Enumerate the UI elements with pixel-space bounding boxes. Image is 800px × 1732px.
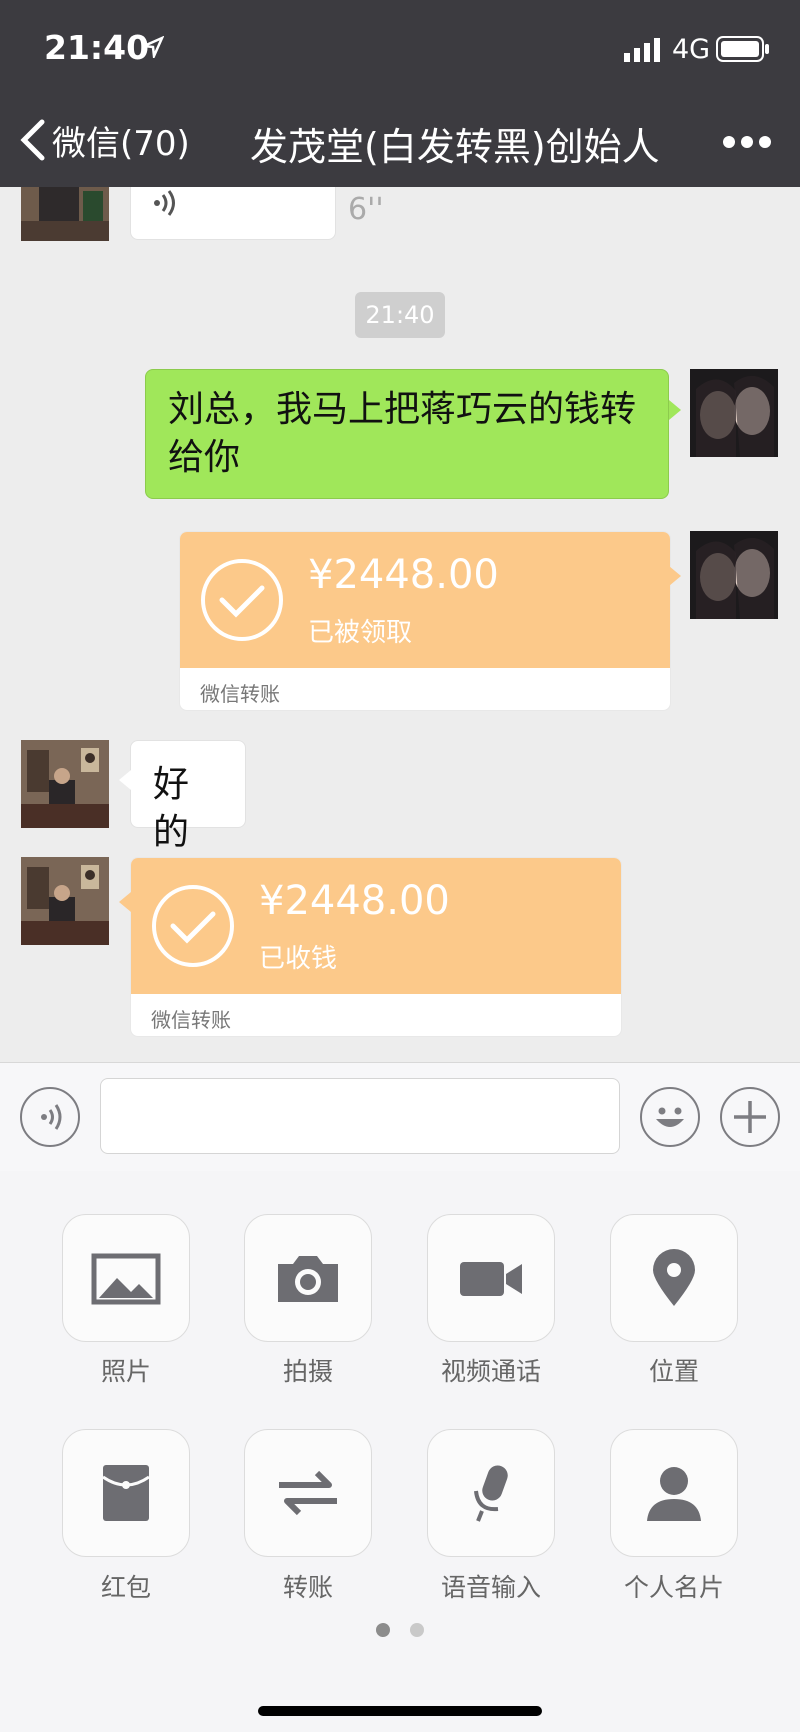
red-packet-icon bbox=[102, 1465, 150, 1521]
video-call-icon bbox=[460, 1262, 522, 1296]
voice-duration: 6'' bbox=[348, 192, 384, 227]
outgoing-message-bubble[interactable]: 刘总，我马上把蒋巧云的钱转给你 bbox=[145, 369, 669, 499]
more-functions-button[interactable] bbox=[720, 1087, 780, 1147]
page-dot[interactable] bbox=[410, 1623, 424, 1637]
signal-icon bbox=[624, 38, 660, 62]
transfer-status: 已被领取 bbox=[308, 618, 413, 648]
avatar[interactable] bbox=[21, 187, 109, 241]
plus-icon bbox=[734, 1101, 766, 1133]
avatar[interactable] bbox=[690, 531, 778, 619]
voice-wave-icon bbox=[154, 190, 175, 216]
voice-input-button[interactable] bbox=[427, 1429, 555, 1557]
location-label: 位置 bbox=[648, 1357, 699, 1386]
red-packet-button[interactable] bbox=[62, 1429, 190, 1557]
bubble-tail bbox=[669, 400, 681, 420]
contact-card-label: 个人名片 bbox=[623, 1573, 724, 1602]
avatar[interactable] bbox=[21, 857, 109, 945]
microphone-icon bbox=[474, 1465, 508, 1522]
chevron-left-icon bbox=[20, 119, 45, 161]
photo-label: 照片 bbox=[100, 1357, 151, 1386]
transfer-amount: ¥2448.00 bbox=[259, 878, 450, 924]
incoming-message-bubble[interactable]: 好的 bbox=[130, 740, 246, 853]
camera-label: 拍摄 bbox=[282, 1357, 333, 1386]
video-call-label: 视频通话 bbox=[440, 1357, 541, 1386]
message-text: 刘总，我马上把蒋巧云的钱转给你 bbox=[168, 389, 637, 478]
battery-icon bbox=[716, 36, 769, 62]
chat-title: 发茂堂(白发转黑)创始人 bbox=[250, 125, 660, 169]
transfer-amount: ¥2448.00 bbox=[308, 552, 499, 598]
page-dot-active[interactable] bbox=[376, 1623, 390, 1637]
video-call-button[interactable] bbox=[427, 1214, 555, 1342]
camera-button[interactable] bbox=[244, 1214, 372, 1342]
red-packet-label: 红包 bbox=[100, 1573, 151, 1602]
contact-card-button[interactable] bbox=[610, 1429, 738, 1557]
avatar[interactable] bbox=[21, 740, 109, 828]
message-input[interactable] bbox=[100, 1078, 620, 1154]
voice-toggle-button[interactable] bbox=[20, 1087, 80, 1147]
transfer-card-outgoing[interactable]: ¥2448.00 已被领取 微信转账 bbox=[179, 531, 671, 711]
location-arrow-icon bbox=[142, 36, 164, 58]
transfer-button[interactable] bbox=[244, 1429, 372, 1557]
contact-card-icon bbox=[647, 1467, 701, 1521]
message-text: 好的 bbox=[153, 764, 190, 853]
back-label: 微信(70) bbox=[52, 123, 190, 164]
home-indicator bbox=[258, 1706, 542, 1716]
voice-message-bubble[interactable] bbox=[130, 187, 336, 240]
voice-wave-icon bbox=[41, 1104, 62, 1130]
network-label: 4G bbox=[672, 34, 711, 65]
bubble-tail bbox=[669, 566, 681, 586]
check-circle-icon bbox=[152, 885, 234, 967]
smiley-icon bbox=[656, 1107, 684, 1127]
status-time: 21:40 bbox=[44, 28, 150, 67]
bubble-tail bbox=[119, 770, 131, 790]
avatar[interactable] bbox=[690, 369, 778, 457]
location-icon bbox=[653, 1249, 695, 1306]
emoji-button[interactable] bbox=[640, 1087, 700, 1147]
camera-icon bbox=[278, 1256, 338, 1302]
photo-icon bbox=[91, 1253, 161, 1305]
transfer-footer: 微信转账 bbox=[151, 1008, 231, 1032]
transfer-footer: 微信转账 bbox=[200, 682, 280, 706]
transfer-status: 已收钱 bbox=[259, 944, 338, 974]
location-button[interactable] bbox=[610, 1214, 738, 1342]
input-bar bbox=[0, 1062, 800, 1172]
voice-input-label: 语音输入 bbox=[440, 1573, 541, 1602]
transfer-card-incoming[interactable]: ¥2448.00 已收钱 微信转账 bbox=[130, 857, 622, 1037]
photo-button[interactable] bbox=[62, 1214, 190, 1342]
more-options-icon[interactable] bbox=[722, 122, 772, 162]
bubble-tail bbox=[119, 892, 131, 912]
timestamp: 21:40 bbox=[355, 292, 445, 338]
transfer-label: 转账 bbox=[282, 1573, 333, 1602]
check-circle-icon bbox=[201, 559, 283, 641]
back-button[interactable]: 微信(70) bbox=[18, 118, 190, 164]
transfer-icon bbox=[279, 1470, 337, 1516]
